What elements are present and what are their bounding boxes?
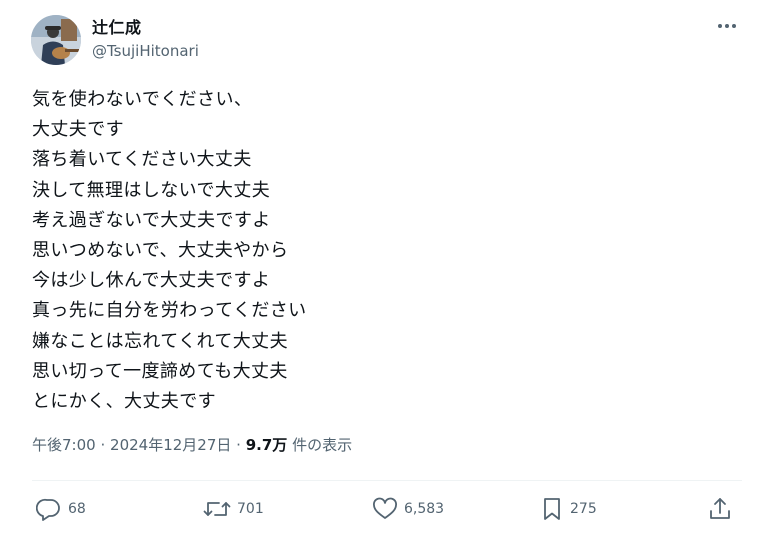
more-options-button[interactable] [712, 14, 742, 38]
more-horizontal-icon [718, 24, 736, 28]
tweet-line: 大丈夫です [32, 119, 124, 141]
views-count[interactable]: 9.7万 [246, 436, 288, 454]
author-display-name[interactable]: 辻仁成 [92, 14, 142, 38]
divider [32, 480, 742, 481]
views-label[interactable]: 件の表示 [292, 436, 352, 454]
share-button[interactable] [707, 490, 733, 528]
avatar[interactable] [31, 15, 81, 65]
tweet-line: 嫌なことは忘れてくれて大丈夫 [32, 330, 288, 352]
tweet-card: 辻仁成 @TsujiHitonari 気を使わないでください、 大丈夫です 落ち… [0, 0, 768, 541]
tweet-date[interactable]: 2024年12月27日 [110, 436, 231, 454]
tweet-line: 気を使わないでください、 [32, 89, 253, 110]
repost-count: 701 [237, 501, 264, 517]
tweet-line: 思い切って一度諦めても大丈夫 [32, 360, 288, 382]
reply-count: 68 [68, 501, 86, 517]
tweet-time[interactable]: 午後7:00 [32, 436, 96, 454]
heart-icon [373, 497, 397, 519]
meta-separator: · [236, 436, 241, 454]
bookmark-icon [544, 498, 560, 520]
meta-separator: · [100, 436, 106, 454]
reply-button[interactable]: 68 [36, 490, 86, 528]
tweet-meta: 午後7:00 · 2024年12月27日 · 9.7万 件の表示 [32, 434, 352, 455]
reply-bubble-icon [36, 498, 60, 521]
tweet-line: 考え過ぎないで大丈夫ですよ [32, 209, 271, 231]
avatar-image [31, 15, 81, 65]
like-count: 6,583 [404, 501, 445, 517]
tweet-line: とにかく、大丈夫です [32, 391, 216, 413]
action-bar: 68 701 6,583 275 [0, 490, 768, 528]
like-button[interactable]: 6,583 [372, 490, 444, 528]
bookmark-count: 275 [570, 501, 597, 517]
tweet-line: 今は少し休んで大丈夫ですよ [32, 270, 271, 292]
tweet-line: 真っ先に自分を労わってください [32, 300, 307, 322]
tweet-line: 決して無理はしないで大丈夫 [32, 179, 271, 201]
tweet-line: 落ち着いてください大丈夫 [32, 149, 252, 171]
tweet-text: 気を使わないでください、 大丈夫です 落ち着いてください大丈夫 決して無理はしな… [32, 85, 732, 417]
repost-icon [203, 502, 231, 516]
repost-button[interactable]: 701 [203, 490, 264, 528]
tweet-line: 思いつめないで、大丈夫やから [32, 240, 289, 262]
author-handle[interactable]: @TsujiHitonari [92, 42, 199, 60]
bookmark-button[interactable]: 275 [540, 490, 597, 528]
share-upload-icon [710, 498, 730, 519]
